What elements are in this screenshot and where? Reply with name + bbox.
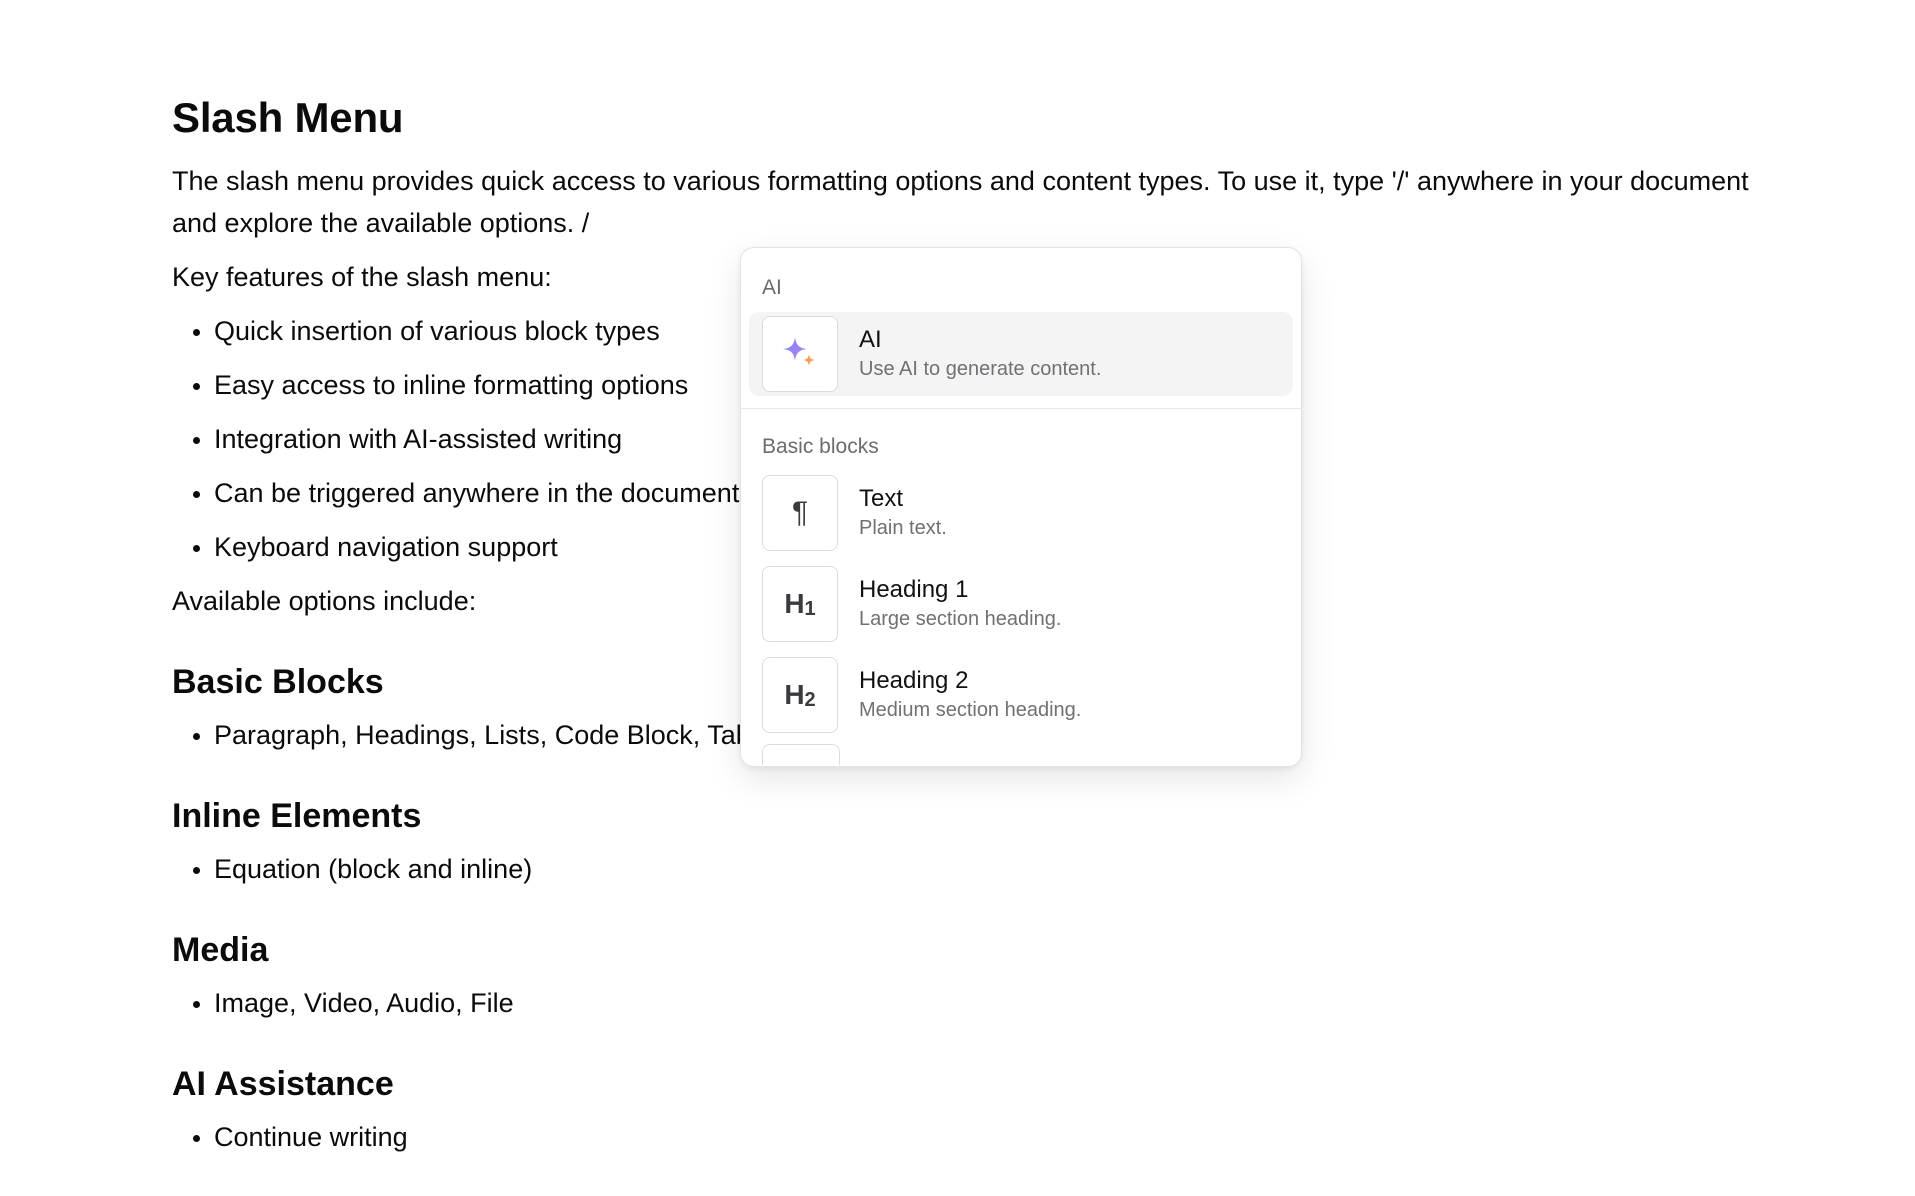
menu-item-heading-2-text: Heading 2 Medium section heading. — [859, 666, 1081, 724]
page-title: Slash Menu — [172, 94, 404, 141]
menu-item-text[interactable]: ¶ Text Plain text. — [749, 471, 1293, 555]
menu-item-ai[interactable]: AI Use AI to generate content. — [749, 312, 1293, 396]
section-heading-media[interactable]: Media — [172, 928, 1752, 972]
list-item[interactable]: Continue writing — [214, 1116, 1752, 1158]
item-description: Plain text. — [859, 517, 947, 539]
list-item[interactable]: Image, Video, Audio, File — [214, 982, 1752, 1024]
item-description: Large section heading. — [859, 608, 1062, 630]
menu-item-text-text: Text Plain text. — [859, 484, 947, 542]
ai-assistance-list: Continue writing — [172, 1116, 1752, 1158]
editor-page: Slash Menu The slash menu provides quick… — [0, 0, 1915, 1196]
menu-item-ai-text: AI Use AI to generate content. — [859, 325, 1101, 383]
heading-1-icon: H1 — [762, 566, 838, 642]
section-heading-ai-assistance[interactable]: AI Assistance — [172, 1062, 1752, 1106]
section-heading-inline-elements[interactable]: Inline Elements — [172, 794, 1752, 838]
heading-1-glyph: H1 — [784, 587, 816, 620]
list-item[interactable]: Equation (block and inline) — [214, 848, 1752, 890]
slash-menu[interactable]: AI AI Use AI to generate content. Basic … — [740, 247, 1302, 767]
media-list: Image, Video, Audio, File — [172, 982, 1752, 1024]
item-title: Heading 1 — [859, 576, 969, 603]
item-description: Use AI to generate content. — [859, 358, 1102, 380]
group-label-ai: AI — [762, 276, 782, 299]
item-title: Text — [859, 485, 904, 512]
menu-divider — [741, 408, 1301, 409]
intro-paragraph[interactable]: The slash menu provides quick access to … — [172, 160, 1752, 244]
inline-elements-list: Equation (block and inline) — [172, 848, 1752, 890]
paragraph-glyph: ¶ — [791, 496, 809, 529]
item-description: Medium section heading. — [859, 699, 1082, 721]
group-label-basic-blocks: Basic blocks — [762, 435, 879, 458]
heading-2-icon: H2 — [762, 657, 838, 733]
item-title: Heading 2 — [859, 667, 969, 694]
menu-item-heading-1[interactable]: H1 Heading 1 Large section heading. — [749, 562, 1293, 646]
menu-item-heading-1-text: Heading 1 Large section heading. — [859, 575, 1061, 633]
ai-sparkle-icon — [762, 316, 838, 392]
menu-item-heading-2[interactable]: H2 Heading 2 Medium section heading. — [749, 653, 1293, 737]
item-title: AI — [859, 326, 882, 353]
next-item-icon-partial — [762, 744, 840, 765]
heading-2-glyph: H2 — [784, 678, 816, 711]
paragraph-icon: ¶ — [762, 475, 838, 551]
